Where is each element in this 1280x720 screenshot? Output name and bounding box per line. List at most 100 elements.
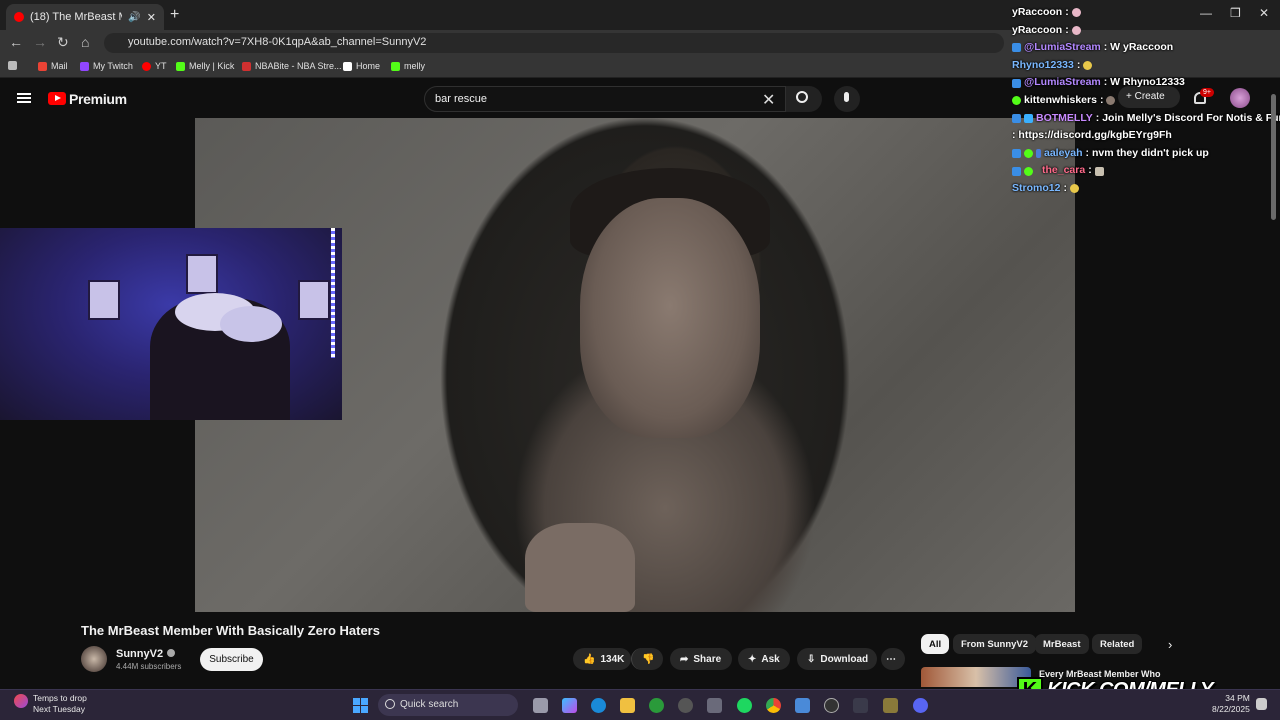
chat-line: @LumiaStream: W Rhyno12333 <box>1012 74 1280 92</box>
dislike-button[interactable]: 👎 <box>631 648 663 670</box>
spotify-icon[interactable] <box>737 698 752 713</box>
share-button[interactable]: ➦ Share <box>670 648 732 670</box>
led-strip <box>331 228 335 358</box>
system-clock[interactable]: 34 PM 8/22/2025 <box>1212 693 1250 715</box>
chat-line: yRaccoon: <box>1012 22 1280 40</box>
video-subject-fist <box>525 523 635 612</box>
menu-icon[interactable] <box>17 93 31 103</box>
tab-title: (18) The MrBeast Member W <box>30 11 122 23</box>
chips-next-chevron-icon[interactable]: › <box>1168 637 1172 652</box>
search-input[interactable]: bar rescue <box>424 86 786 112</box>
ask-button[interactable]: ✦ Ask <box>738 648 790 670</box>
badge-icon <box>1012 78 1021 88</box>
thumbs-up-icon: 👍 <box>583 653 596 665</box>
video-title: The MrBeast Member With Basically Zero H… <box>81 623 380 638</box>
badge-icon <box>1012 113 1021 123</box>
speaker-icon[interactable]: 🔊 <box>128 12 140 23</box>
wall-poster <box>186 254 218 294</box>
bookmark-my-twitch[interactable]: My Twitch <box>80 61 133 71</box>
chat-line: : https://discord.gg/kgbEYrg9Fh <box>1012 129 1172 142</box>
windows-taskbar: Temps to drop Next Tuesday Quick search 3… <box>0 689 1280 720</box>
sparkle-icon: ✦ <box>748 653 757 665</box>
chat-line: Rhyno12333: <box>1012 57 1280 75</box>
badge-icon <box>1024 166 1033 176</box>
thumbs-down-icon: 👎 <box>642 653 655 665</box>
badge-icon <box>1036 149 1041 159</box>
like-button[interactable]: 👍 134K <box>573 648 631 670</box>
download-button[interactable]: ⇩ Download <box>797 648 877 670</box>
back-icon[interactable]: ← <box>9 34 23 50</box>
chat-line: BOTMELLY: Join Melly's Discord For Notis… <box>1012 110 1280 128</box>
bookmark-melly[interactable]: melly <box>391 61 425 71</box>
browser-tab[interactable]: (18) The MrBeast Member W 🔊 ✕ <box>6 4 164 30</box>
task-view-icon[interactable] <box>533 698 548 713</box>
xbox-icon[interactable] <box>649 698 664 713</box>
photos-icon[interactable] <box>795 698 810 713</box>
search-button[interactable] <box>786 86 822 112</box>
close-tab-icon[interactable]: ✕ <box>147 11 156 24</box>
share-icon: ➦ <box>680 653 689 665</box>
bookmark-nbabite[interactable]: NBABite - NBA Stre... <box>242 61 342 71</box>
chrome-icon[interactable] <box>766 698 781 713</box>
related-video-thumbnail[interactable] <box>921 667 1031 687</box>
subscribe-button[interactable]: Subscribe <box>200 648 263 671</box>
media-player-icon[interactable] <box>824 698 839 713</box>
emote-icon <box>1071 8 1081 18</box>
bookmark-melly-kick[interactable]: Melly | Kick <box>176 61 234 71</box>
bookmark-home[interactable]: Home <box>343 61 380 71</box>
steam-icon[interactable] <box>678 698 693 713</box>
chat-line: aaleyah: nvm they didn't pick up <box>1012 145 1280 163</box>
voice-search-icon[interactable] <box>834 86 860 112</box>
emote-icon <box>1071 25 1081 35</box>
video-subject-face <box>580 198 760 438</box>
home-icon[interactable]: ⌂ <box>81 34 89 50</box>
chip-related[interactable]: Related <box>1092 634 1143 654</box>
emote-icon <box>1106 96 1116 106</box>
store-icon[interactable] <box>707 698 722 713</box>
chat-line: yRaccoon: <box>1012 4 1280 22</box>
start-button-icon[interactable] <box>353 698 368 713</box>
badge-icon <box>1012 96 1021 106</box>
search-icon <box>796 91 808 103</box>
weather-icon[interactable] <box>14 694 28 708</box>
logo-text: Premium <box>69 91 127 107</box>
chat-line: @LumiaStream: W yRaccoon <box>1012 39 1280 57</box>
page-scrollbar[interactable] <box>1271 94 1276 220</box>
download-icon: ⇩ <box>807 653 816 665</box>
badge-icon <box>1012 149 1021 159</box>
chip-all[interactable]: All <box>921 634 950 654</box>
wall-poster <box>298 280 330 320</box>
badge-icon <box>1024 149 1033 159</box>
emote-icon <box>1083 61 1093 71</box>
taskbar-search[interactable]: Quick search <box>378 694 518 716</box>
youtube-logo-icon[interactable] <box>48 92 66 105</box>
clear-search-icon[interactable]: ✕ <box>762 90 775 110</box>
chat-line: the_cara: <box>1012 162 1280 180</box>
edge-icon[interactable] <box>591 698 606 713</box>
apps-grid-icon[interactable] <box>8 61 17 70</box>
discord-icon[interactable] <box>913 698 928 713</box>
badge-icon <box>1012 43 1021 53</box>
notification-center-icon[interactable] <box>1256 698 1267 710</box>
bookmark-mail[interactable]: Mail <box>38 61 68 71</box>
url-field[interactable]: youtube.com/watch?v=7XH8-0K1qpA&ab_chann… <box>104 33 1004 53</box>
chef-hat <box>220 306 282 342</box>
channel-avatar[interactable] <box>81 646 107 672</box>
app-icon[interactable] <box>853 698 868 713</box>
chip-mrbeast[interactable]: MrBeast <box>1035 634 1089 654</box>
emote-icon <box>1069 184 1079 194</box>
forward-icon[interactable]: → <box>33 34 47 50</box>
file-explorer-icon[interactable] <box>620 698 635 713</box>
badge-icon <box>1012 166 1021 176</box>
new-tab-button[interactable]: + <box>170 6 179 24</box>
app-icon[interactable] <box>883 698 898 713</box>
more-actions-button[interactable]: ⋯ <box>881 648 905 670</box>
channel-name[interactable]: SunnyV2 <box>116 648 176 660</box>
reload-icon[interactable]: ↻ <box>57 34 69 51</box>
chip-from-channel[interactable]: From SunnyV2 <box>953 634 1037 654</box>
copilot-icon[interactable] <box>562 698 577 713</box>
verified-icon <box>167 649 176 657</box>
youtube-favicon-icon <box>14 12 24 22</box>
weather-widget[interactable]: Temps to drop Next Tuesday <box>33 693 87 715</box>
bookmark-yt[interactable]: YT <box>142 61 167 71</box>
